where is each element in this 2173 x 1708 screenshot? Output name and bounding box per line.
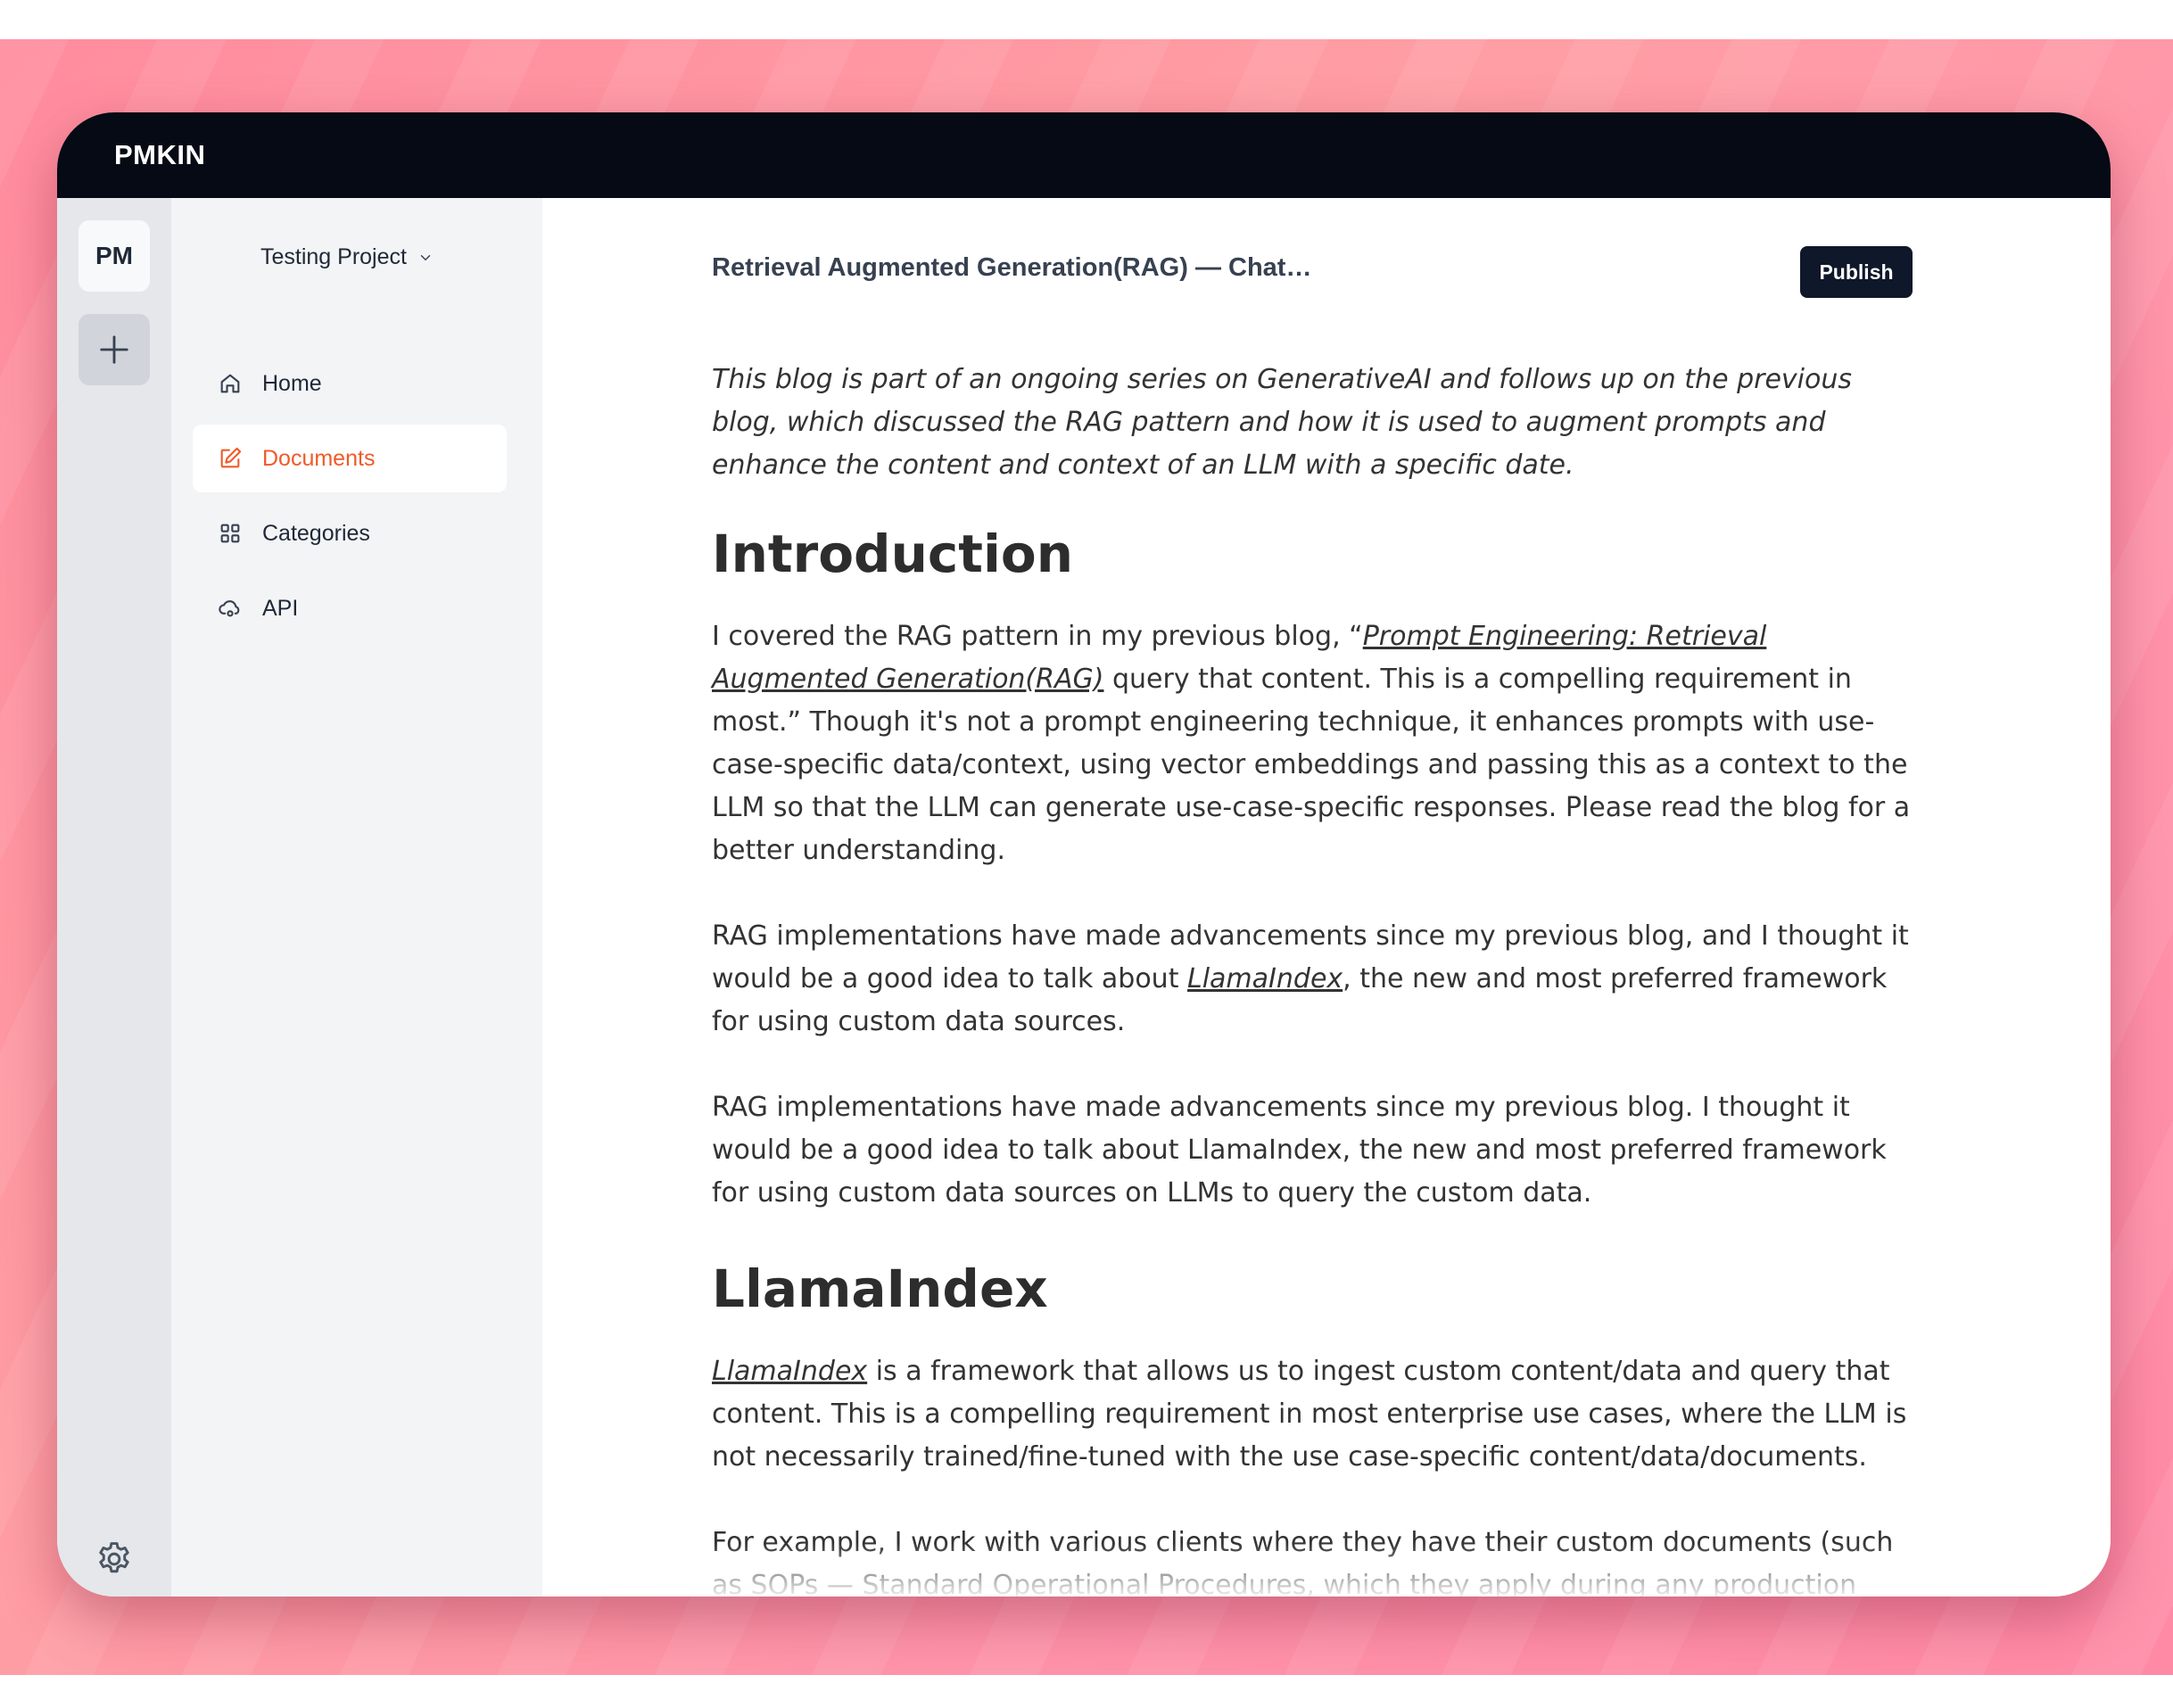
- paragraph-1: I covered the RAG pattern in my previous…: [712, 615, 1925, 872]
- project-name: Testing Project: [260, 244, 407, 269]
- document-editor: Retrieval Augmented Generation(RAG) — Ch…: [542, 198, 2111, 1597]
- document-body[interactable]: This blog is part of an ongoing series o…: [712, 359, 1925, 1597]
- grid-icon: [220, 524, 240, 543]
- heading-introduction: Introduction: [712, 524, 1073, 584]
- paragraph-3: RAG implementations have made advancemen…: [712, 1092, 1887, 1209]
- sidebar-item-label: API: [262, 595, 299, 621]
- scroll-fade: [542, 1543, 2111, 1597]
- plus-icon: [100, 335, 128, 364]
- sidebar-item-api[interactable]: API: [193, 574, 507, 642]
- gear-icon[interactable]: [95, 1539, 134, 1579]
- paragraph-2: RAG implementations have made advancemen…: [712, 915, 1925, 1044]
- sidebar-nav: Home Documents Categories API: [193, 350, 507, 649]
- heading-llamaindex: LlamaIndex: [712, 1258, 1048, 1319]
- sidebar-item-documents[interactable]: Documents: [193, 425, 507, 492]
- publish-button[interactable]: Publish: [1800, 246, 1913, 298]
- paragraph-4: LlamaIndex is a framework that allows us…: [712, 1350, 1925, 1479]
- app-window: PMKIN PM Testing Project Home Documents: [57, 112, 2111, 1597]
- sidebar-item-categories[interactable]: Categories: [193, 499, 507, 567]
- paragraph-4-text: is a framework that allows us to ingest …: [712, 1356, 1907, 1473]
- sidebar-item-label: Categories: [262, 520, 370, 546]
- cloud-icon: [219, 600, 240, 617]
- add-workspace-button[interactable]: [78, 314, 150, 385]
- project-switcher[interactable]: Testing Project: [260, 244, 434, 270]
- home-icon: [220, 374, 240, 393]
- sidebar-item-label: Documents: [262, 445, 376, 471]
- paragraph-1-text-a: I covered the RAG pattern in my previous…: [712, 621, 1363, 652]
- workspace-rail: PM: [57, 198, 171, 1597]
- document-title[interactable]: Retrieval Augmented Generation(RAG) — Ch…: [712, 253, 1311, 283]
- intro-paragraph: This blog is part of an ongoing series o…: [712, 364, 1852, 481]
- sidebar: Testing Project Home Documents Categorie…: [171, 198, 542, 1597]
- llamaindex-link-2[interactable]: LlamaIndex: [712, 1356, 867, 1387]
- sidebar-item-home[interactable]: Home: [193, 350, 507, 417]
- llamaindex-link[interactable]: LlamaIndex: [1187, 963, 1343, 994]
- top-bar: PMKIN: [57, 112, 2111, 198]
- sidebar-item-label: Home: [262, 370, 322, 396]
- edit-icon: [220, 447, 242, 468]
- chevron-down-icon: [420, 254, 431, 260]
- brand-logo: PMKIN: [114, 139, 206, 170]
- workspace-avatar[interactable]: PM: [78, 220, 150, 292]
